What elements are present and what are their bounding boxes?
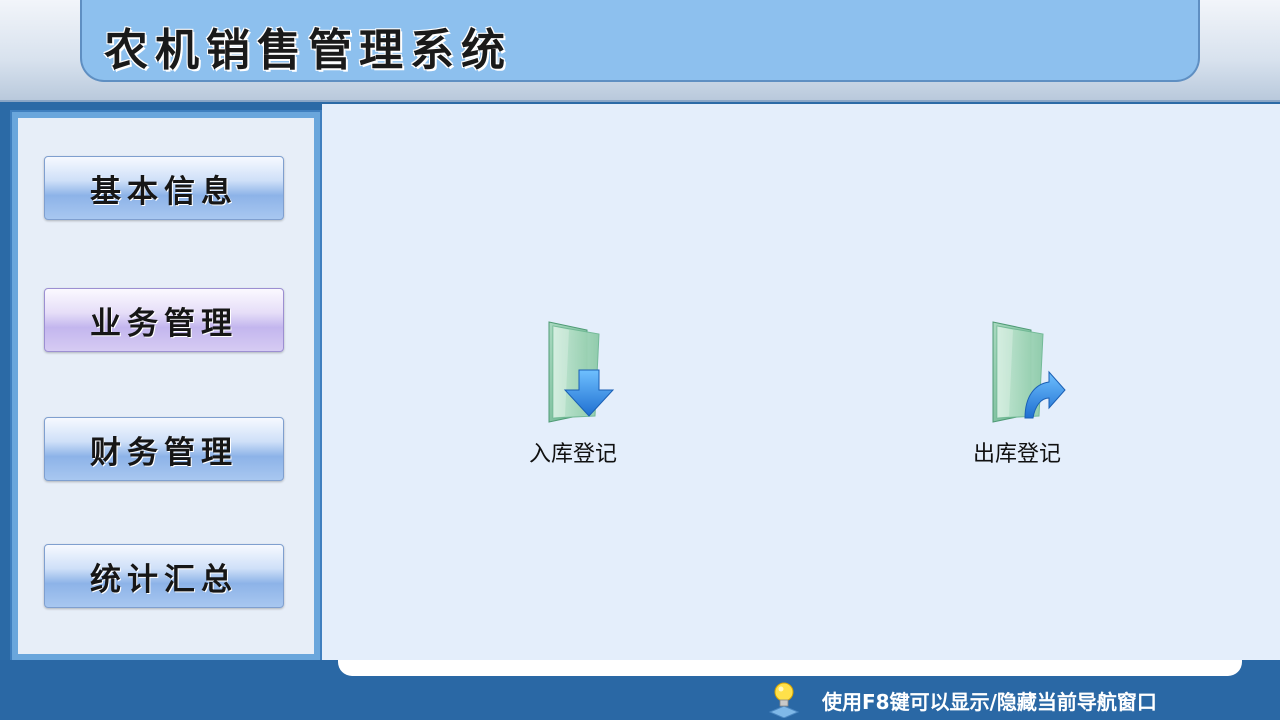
app-window: 农机销售管理系统 基本信息 业务管理 财务管理 统计汇总 入库登记 出库登记 使… (0, 0, 1280, 720)
folder-arrow-out-icon (992, 321, 1066, 423)
nav-button-label: 基本信息 (90, 173, 238, 210)
status-hint-text: 使用F8键可以显示/隐藏当前导航窗口 (822, 690, 1157, 714)
status-bar: 使用F8键可以显示/隐藏当前导航窗口 (0, 660, 1280, 720)
nav-button-label: 财务管理 (90, 434, 238, 471)
stock-out-register-label: 出库登记 (972, 442, 1061, 467)
main-panel: 入库登记 出库登记 (322, 104, 1280, 660)
stock-in-register-item[interactable]: 入库登记 (498, 318, 648, 468)
nav-button-label: 统计汇总 (90, 561, 238, 598)
nav-button-label: 业务管理 (90, 305, 238, 342)
lightbulb-icon (768, 682, 800, 718)
stock-out-register-item[interactable]: 出库登记 (942, 318, 1092, 468)
stock-in-register-label: 入库登记 (528, 442, 617, 467)
sidebar-nav: 基本信息 业务管理 财务管理 统计汇总 (10, 110, 322, 662)
nav-button-business-management[interactable]: 业务管理 (44, 288, 284, 352)
folder-arrow-down-icon (548, 321, 615, 423)
nav-button-finance-management[interactable]: 财务管理 (44, 417, 284, 481)
nav-button-basic-info[interactable]: 基本信息 (44, 156, 284, 220)
nav-button-statistics-summary[interactable]: 统计汇总 (44, 544, 284, 608)
app-title: 农机销售管理系统 (104, 25, 512, 76)
header: 农机销售管理系统 (0, 0, 1280, 102)
status-strip (338, 660, 1242, 676)
